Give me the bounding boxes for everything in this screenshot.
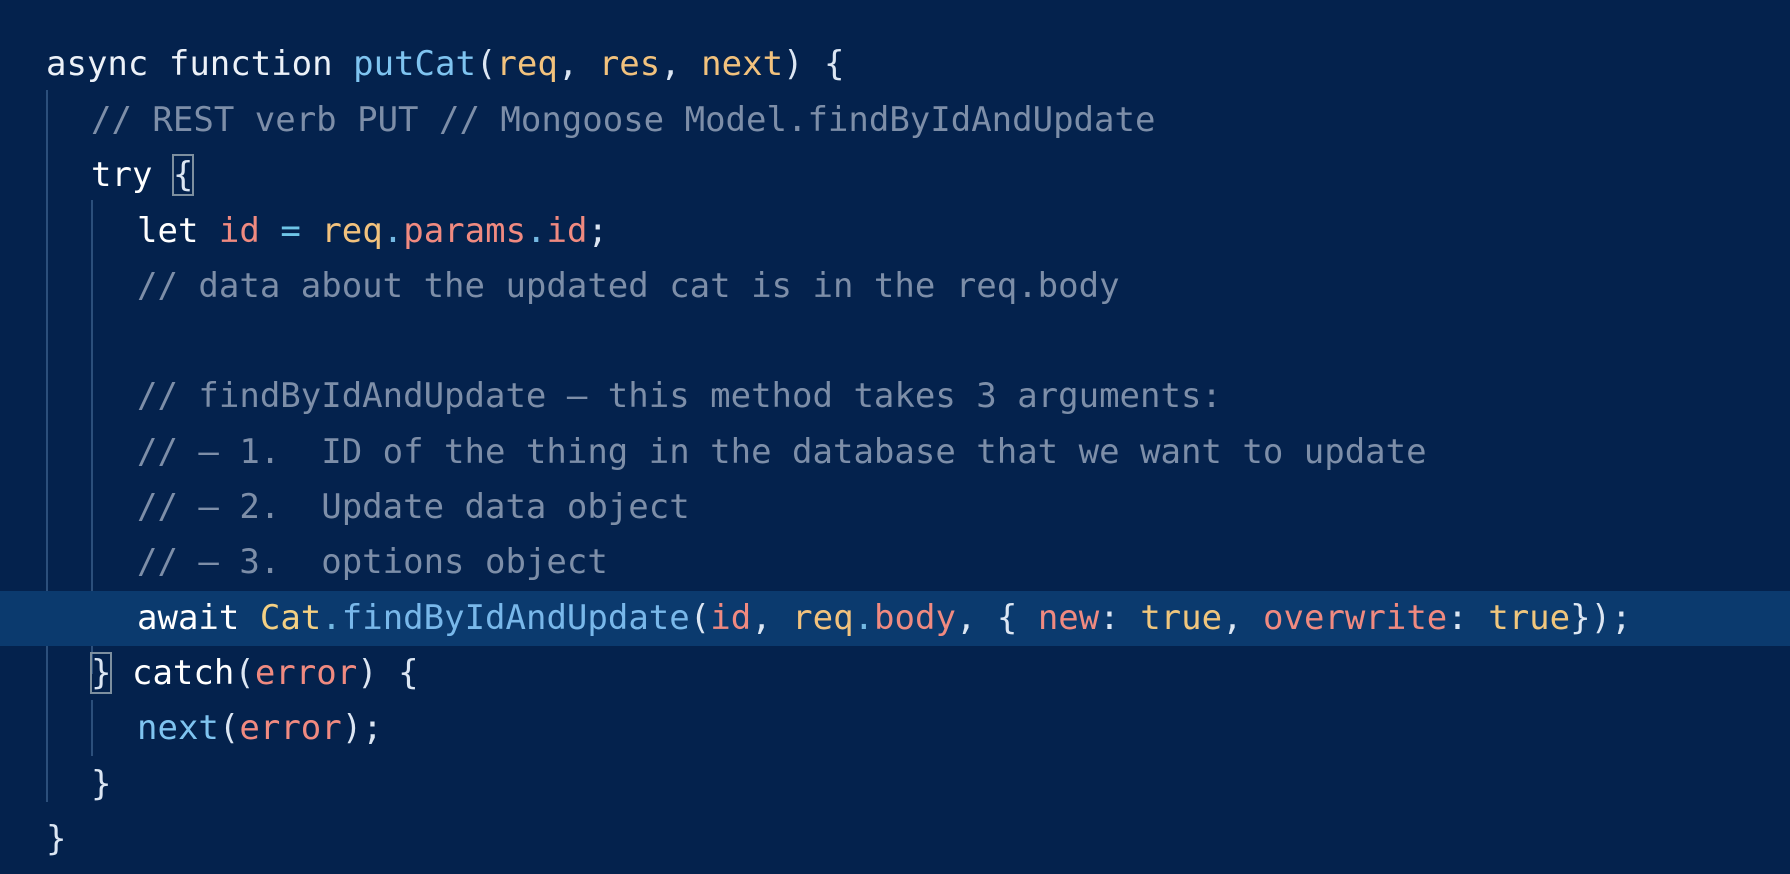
variable-error: error	[254, 653, 358, 693]
code-line-1[interactable]: async function putCat(req, res, next) {	[0, 37, 1790, 92]
property-body: body	[874, 598, 956, 638]
closing-brace: }	[46, 819, 67, 859]
dot: .	[321, 598, 342, 638]
key-overwrite: overwrite	[1263, 598, 1448, 638]
class-cat: Cat	[259, 598, 322, 638]
semicolon: ;	[587, 211, 608, 251]
comma: ,	[1222, 598, 1264, 638]
catch-keyword: catch	[131, 653, 235, 693]
matched-bracket-open: {	[171, 154, 195, 196]
paren-close: );	[341, 708, 383, 748]
colon: :	[1447, 598, 1489, 638]
paren-open: (	[218, 708, 240, 748]
comma: ,	[660, 44, 702, 84]
code-line-5[interactable]: // data about the updated cat is in the …	[0, 259, 1790, 314]
param-next: next	[701, 44, 784, 84]
property-params: params	[403, 211, 527, 251]
code-line-13[interactable]: next(error);	[0, 701, 1790, 756]
param-req: req	[321, 211, 383, 251]
comment: // REST verb PUT // Mongoose Model.findB…	[91, 100, 1156, 140]
variable-id: id	[710, 598, 752, 638]
paren-close-brace: ) {	[357, 653, 419, 693]
paren-close-brace: ) {	[783, 44, 845, 84]
code-line-7[interactable]: // findByIdAndUpdate – this method takes…	[0, 369, 1790, 424]
assign-operator: =	[280, 211, 301, 251]
param-req: req	[792, 598, 854, 638]
code-line-10[interactable]: // – 3. options object	[0, 535, 1790, 590]
matched-bracket-close: }	[89, 652, 113, 694]
comma: ,	[751, 598, 793, 638]
comment: // data about the updated cat is in the …	[137, 266, 1120, 306]
dot: .	[526, 211, 547, 251]
dot: .	[382, 211, 404, 251]
object-close: });	[1570, 598, 1632, 638]
paren-open: (	[689, 598, 711, 638]
code-line-15[interactable]: }	[0, 812, 1790, 867]
comma: ,	[557, 44, 599, 84]
method-name: findByIdAndUpdate	[341, 598, 690, 638]
code-line-4[interactable]: let id = req.params.id;	[0, 204, 1790, 259]
comment: // – 1. ID of the thing in the database …	[137, 432, 1427, 472]
code-line-2[interactable]: // REST verb PUT // Mongoose Model.findB…	[0, 93, 1790, 148]
variable-id: id	[218, 211, 260, 251]
colon: :	[1099, 598, 1141, 638]
code-line-3[interactable]: try {	[0, 148, 1790, 203]
code-line-8[interactable]: // – 1. ID of the thing in the database …	[0, 425, 1790, 480]
current-line-highlight[interactable]: await Cat.findByIdAndUpdate(id, req.body…	[0, 591, 1790, 646]
comment: // findByIdAndUpdate – this method takes…	[137, 376, 1222, 416]
code-editor[interactable]: async function putCat(req, res, next) { …	[0, 0, 1790, 874]
let-keyword: let	[137, 211, 199, 251]
code-line-9[interactable]: // – 2. Update data object	[0, 480, 1790, 535]
function-call-next: next	[137, 708, 219, 748]
await-keyword: await	[137, 598, 240, 638]
code-line-6[interactable]	[0, 314, 1790, 369]
literal-true: true	[1140, 598, 1223, 638]
variable-error: error	[239, 708, 342, 748]
function-keyword: function	[168, 44, 333, 84]
object-open: , {	[955, 598, 1038, 638]
comment: // – 2. Update data object	[137, 487, 690, 527]
function-name: putCat	[353, 44, 476, 84]
property-id: id	[546, 211, 588, 251]
dot: .	[853, 598, 875, 638]
try-keyword: try	[91, 155, 153, 195]
comment: // – 3. options object	[137, 542, 608, 582]
async-keyword: async	[46, 44, 149, 84]
paren-open: (	[234, 653, 255, 693]
literal-true: true	[1488, 598, 1571, 638]
param-res: res	[598, 44, 661, 84]
key-new: new	[1037, 598, 1100, 638]
paren-open: (	[475, 44, 497, 84]
closing-brace: }	[91, 764, 112, 804]
code-line-14[interactable]: }	[0, 757, 1790, 812]
code-line-12[interactable]: } catch(error) {	[0, 646, 1790, 701]
param-req: req	[496, 44, 558, 84]
